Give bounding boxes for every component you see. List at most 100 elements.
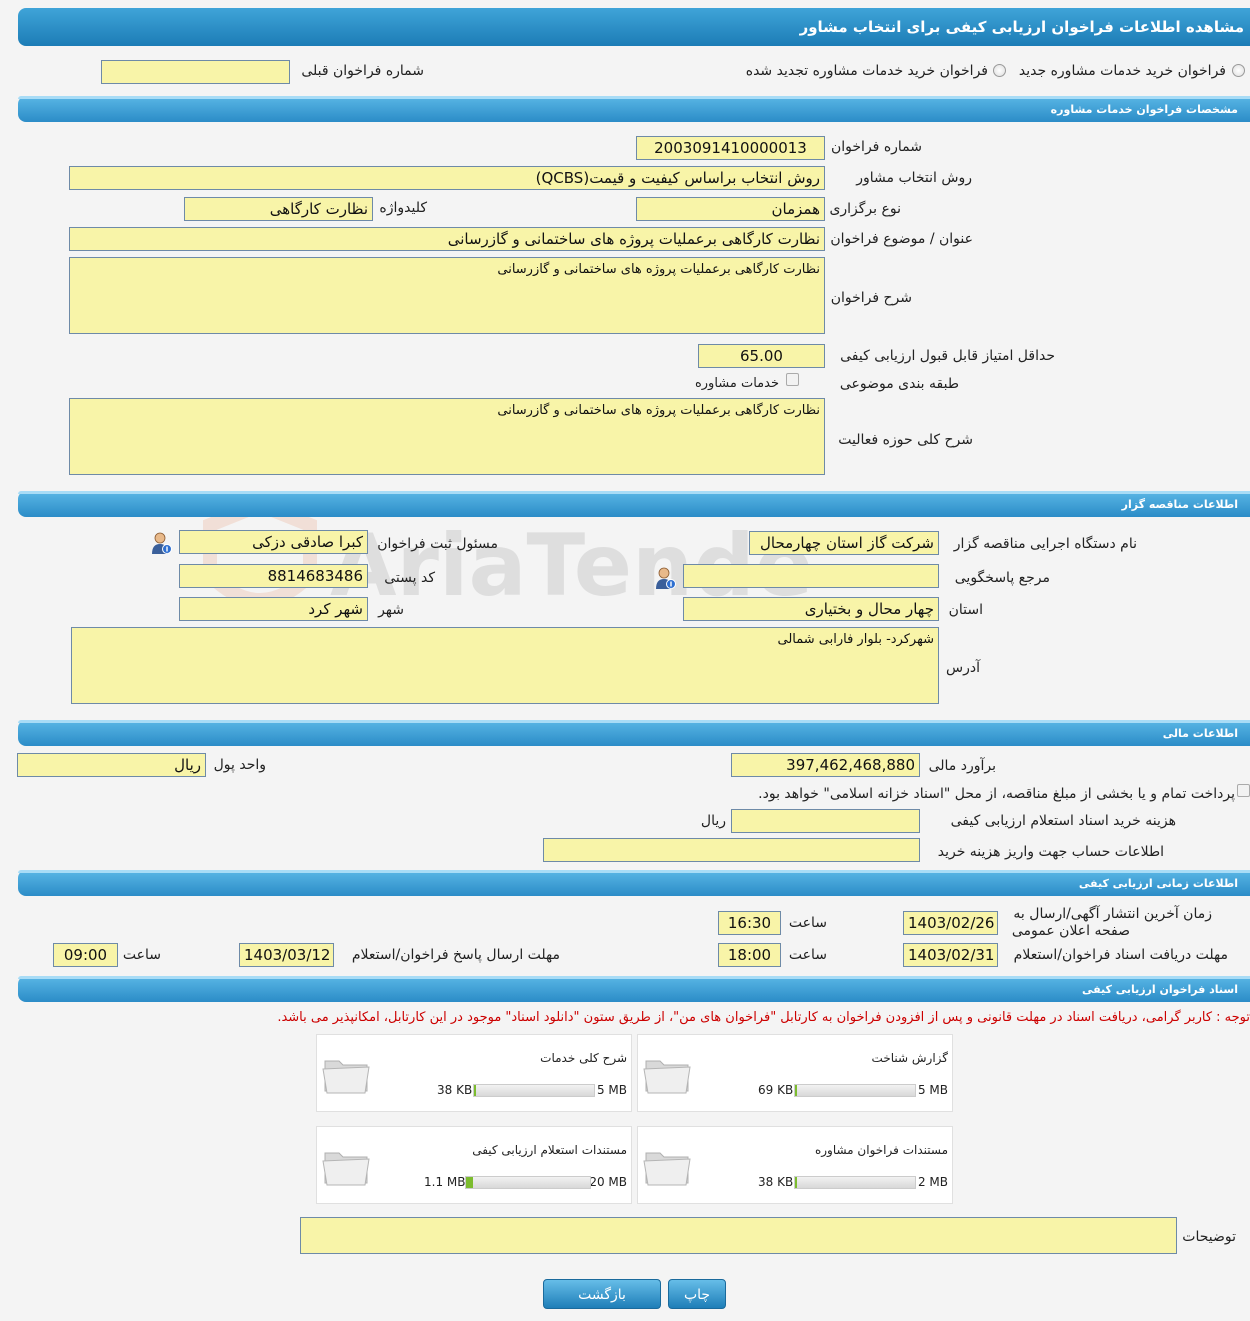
documents-note: توجه : کاربر گرامی، دریافت اسناد در مهلت… [277, 1010, 1250, 1025]
account-label: اطلاعات حساب جهت واریز هزینه خرید [937, 844, 1164, 860]
postal-code-field[interactable]: 8814683486 [179, 564, 368, 588]
org-field[interactable]: شرکت گاز استان چهارمحال [749, 531, 939, 555]
keyword-label: کلیدواژه [379, 200, 427, 216]
document-name: مستندات استعلام ارزیابی کیفی [472, 1143, 627, 1157]
document-size: 38 KB [437, 1083, 473, 1097]
city-label: شهر [378, 602, 404, 618]
min-score-label: حداقل امتیاز قابل قبول ارزیابی کیفی [840, 348, 1055, 364]
call-number-label: شماره فراخوان [831, 139, 922, 155]
subject-label: عنوان / موضوع فراخوان [830, 231, 973, 247]
treasury-checkbox[interactable] [1237, 784, 1250, 797]
document-max-size: 5 MB [917, 1083, 948, 1097]
estimate-field[interactable]: 397,462,468,880 [731, 753, 920, 777]
registrar-field[interactable]: کبرا صادقی دزکی [179, 530, 368, 554]
folder-icon [643, 1152, 691, 1186]
selection-method-field[interactable]: روش انتخاب براساس کیفیت و قیمت(QCBS) [69, 166, 825, 190]
document-name: مستندات فراخوان مشاوره [814, 1143, 948, 1157]
selection-method-label: روش انتخاب مشاور [856, 170, 972, 186]
document-name: گزارش شناخت [871, 1051, 948, 1065]
estimate-label: برآورد مالی [928, 758, 996, 774]
prev-number-field[interactable] [101, 60, 290, 84]
registrar-user-icon[interactable] [150, 531, 172, 555]
document-size-bar-fill [795, 1085, 798, 1096]
doc-cost-unit: ریال [700, 813, 726, 829]
receive-time-label: ساعت [788, 947, 827, 963]
document-size-bar [794, 1084, 916, 1097]
currency-field[interactable]: ریال [17, 753, 206, 777]
address-label: آدرس [946, 660, 980, 676]
receive-date-field[interactable]: 1403/02/31 [903, 943, 998, 967]
document-card[interactable]: گزارش شناخت 5 MB 69 KB [637, 1034, 953, 1112]
reference-label: مرجع پاسخگویی [954, 570, 1050, 586]
document-card[interactable]: مستندات استعلام ارزیابی کیفی 20 MB 1.1 M… [316, 1126, 632, 1204]
city-field[interactable]: شهر کرد [179, 597, 368, 621]
submit-time-label: ساعت [122, 947, 161, 963]
document-size-bar-fill [795, 1177, 798, 1188]
back-button[interactable]: بازگشت [543, 1279, 661, 1309]
print-button[interactable]: چاپ [668, 1279, 726, 1309]
receive-time-field[interactable]: 18:00 [718, 943, 781, 967]
page-title: مشاهده اطلاعات فراخوان ارزیابی کیفی برای… [18, 8, 1250, 46]
document-size-bar [794, 1176, 916, 1189]
document-size-bar-fill [466, 1177, 473, 1188]
document-size-bar [465, 1176, 591, 1189]
treasury-text: پرداخت تمام و یا بخشی از مبلغ مناقصه، از… [758, 786, 1235, 802]
category-value: خدمات مشاوره [694, 376, 779, 391]
document-size: 1.1 MB [424, 1175, 466, 1189]
document-name: شرح کلی خدمات [540, 1051, 627, 1065]
submit-time-field[interactable]: 09:00 [53, 943, 118, 967]
publish-date-field[interactable]: 1403/02/26 [903, 911, 998, 935]
currency-label: واحد پول [213, 757, 266, 773]
min-score-field[interactable]: 65.00 [698, 344, 825, 368]
document-size-bar-fill [474, 1085, 477, 1096]
publish-time-label: ساعت [788, 915, 827, 931]
document-max-size: 20 MB [589, 1175, 627, 1189]
radio-new-label: فراخوان خرید خدمات مشاوره جدید [1018, 63, 1226, 79]
subject-field[interactable]: نظارت کارگاهی برعملیات پروژه های ساختمان… [69, 227, 825, 251]
doc-cost-label: هزینه خرید اسناد استعلام ارزیابی کیفی [950, 813, 1176, 829]
document-max-size: 2 MB [917, 1175, 948, 1189]
submit-deadline-label: مهلت ارسال پاسخ فراخوان/استعلام [351, 947, 560, 963]
radio-new-call[interactable] [1232, 64, 1245, 77]
activity-label: شرح کلی حوزه فعالیت [838, 432, 973, 448]
address-field[interactable]: شهرکرد- بلوار فارابی شمالی [71, 627, 939, 704]
submit-date-field[interactable]: 1403/03/12 [239, 943, 334, 967]
keyword-field[interactable]: نظارت کارگاهی [184, 197, 373, 221]
reference-field[interactable] [683, 564, 939, 588]
prev-number-label: شماره فراخوان قبلی [301, 63, 424, 79]
section-consult-header: مشخصات فراخوان خدمات مشاوره [18, 96, 1250, 122]
radio-renewed-label: فراخوان خرید خدمات مشاوره تجدید شده [745, 63, 988, 79]
folder-icon [322, 1152, 370, 1186]
account-field[interactable] [543, 838, 920, 862]
radio-renewed-call[interactable] [993, 64, 1006, 77]
activity-field[interactable]: نظارت کارگاهی برعملیات پروژه های ساختمان… [69, 398, 825, 475]
comments-field[interactable] [300, 1217, 1177, 1254]
province-label: استان [948, 602, 983, 618]
postal-code-label: کد پستی [384, 570, 435, 586]
call-description-field[interactable]: نظارت کارگاهی برعملیات پروژه های ساختمان… [69, 257, 825, 334]
org-label: نام دستگاه اجرایی مناقصه گزار [953, 536, 1137, 552]
comments-label: توضیحات [1182, 1229, 1236, 1245]
document-card[interactable]: مستندات فراخوان مشاوره 2 MB 38 KB [637, 1126, 953, 1204]
folder-icon [322, 1060, 370, 1094]
document-size: 38 KB [758, 1175, 794, 1189]
document-card[interactable]: شرح کلی خدمات 5 MB 38 KB [316, 1034, 632, 1112]
category-label: طبقه بندی موضوعی [839, 376, 959, 392]
province-field[interactable]: چهار محال و بختیاری [683, 597, 939, 621]
document-max-size: 5 MB [596, 1083, 627, 1097]
publish-label-line1: زمان آخرین انتشار آگهی/ارسال به [1013, 906, 1212, 922]
doc-cost-field[interactable] [731, 809, 920, 833]
publish-time-field[interactable]: 16:30 [718, 911, 781, 935]
reference-user-icon[interactable] [654, 566, 676, 590]
folder-icon [643, 1060, 691, 1094]
document-size-bar [473, 1084, 595, 1097]
category-checkbox[interactable] [786, 373, 799, 386]
registrar-label: مسئول ثبت فراخوان [377, 536, 498, 552]
document-size: 69 KB [758, 1083, 794, 1097]
holding-type-label: نوع برگزاری [829, 201, 901, 217]
receive-deadline-label: مهلت دریافت اسناد فراخوان/استعلام [1013, 947, 1228, 963]
section-timing-header: اطلاعات زمانی ارزیابی کیفی [18, 870, 1250, 896]
holding-type-field[interactable]: همزمان [636, 197, 825, 221]
section-tenderer-header: اطلاعات مناقصه گزار [18, 491, 1250, 517]
call-number-field[interactable]: 2003091410000013 [636, 136, 825, 160]
